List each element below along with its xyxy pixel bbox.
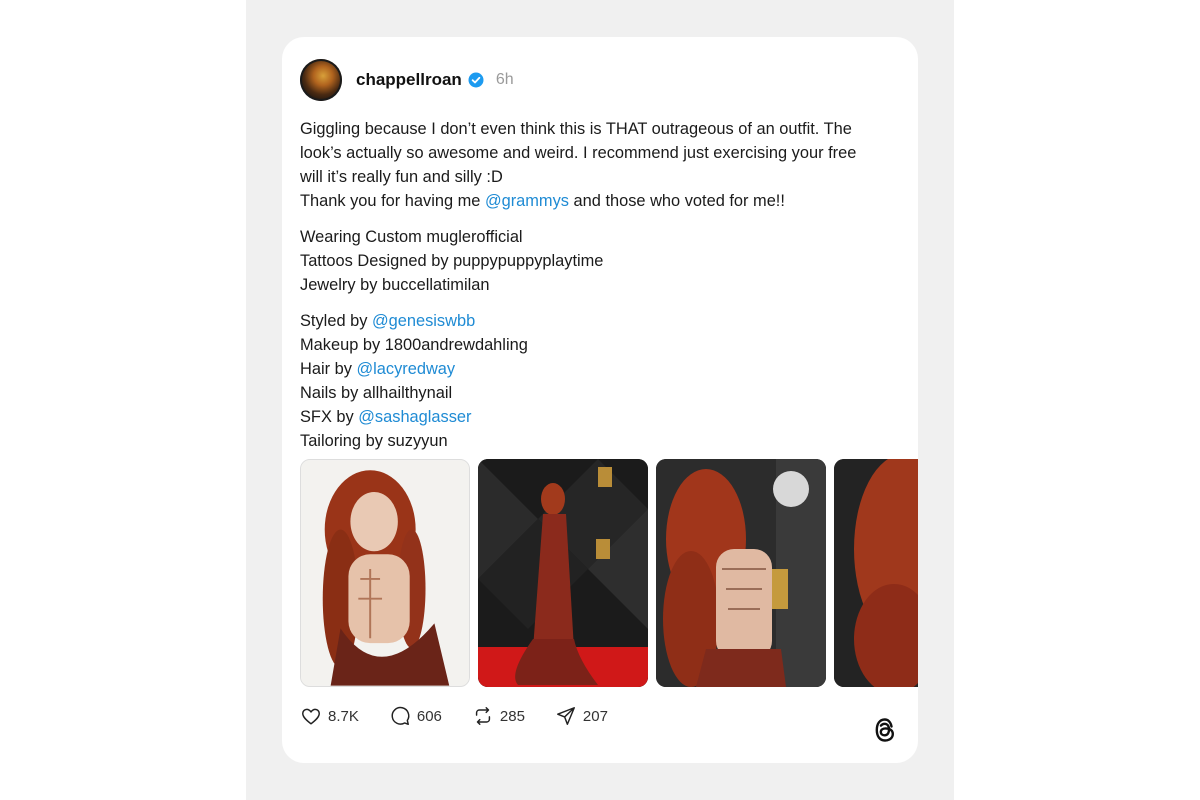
credit-text: SFX by: [300, 408, 359, 426]
credit-text: Tailoring by suzyyun: [300, 432, 448, 450]
credit-line: Makeup by 1800andrewdahling: [300, 333, 904, 357]
credit-line: Tattoos Designed by puppypuppyplaytime: [300, 252, 604, 270]
caption-line: look’s actually so awesome and weird. I …: [300, 144, 857, 162]
reply-count: 606: [416, 707, 442, 725]
send-icon: [556, 707, 575, 725]
share-count: 207: [582, 707, 608, 725]
mention-link-genesiswbb[interactable]: @genesiswbb: [372, 312, 475, 330]
caption-line: Giggling because I don’t even think this…: [300, 120, 852, 138]
threads-post-card: chappellroan 6h Giggling because I don’t…: [282, 37, 918, 763]
like-count: 8.7K: [328, 707, 359, 725]
mention-link-grammys[interactable]: @grammys: [485, 192, 569, 210]
repost-button[interactable]: 285: [472, 705, 525, 727]
share-button[interactable]: 207: [555, 705, 608, 727]
photo-portrait-white-backdrop: [301, 460, 469, 686]
credit-text: Styled by: [300, 312, 372, 330]
mention-link-sashaglasser[interactable]: @sashaglasser: [358, 408, 471, 426]
thanks-line: Thank you for having me @grammys and tho…: [300, 189, 904, 213]
heart-icon: [302, 708, 320, 725]
caption-line: will it’s really fun and silly :D: [300, 168, 503, 186]
username[interactable]: chappellroan: [356, 70, 462, 90]
carousel-photo[interactable]: [656, 459, 826, 687]
thanks-suffix: and those who voted for me!!: [568, 192, 785, 210]
credit-line: SFX by @sashaglasser: [300, 405, 904, 429]
credit-line: Wearing Custom muglerofficial: [300, 228, 523, 246]
credits-paragraph: Wearing Custom muglerofficial Tattoos De…: [300, 225, 904, 297]
image-carousel[interactable]: [300, 459, 918, 689]
credit-line: Tailoring by suzyyun: [300, 429, 904, 453]
credit-line: Jewelry by buccellatimilan: [300, 276, 490, 294]
photo-hair-closeup: [834, 459, 918, 687]
photo-red-carpet-full-length: [478, 459, 648, 687]
mention-link-lacyredway[interactable]: @lacyredway: [356, 360, 455, 378]
post-header: chappellroan 6h: [300, 59, 514, 101]
photo-back-tattoos: [656, 459, 826, 687]
verified-badge-icon: [468, 72, 484, 88]
credit-text: Nails by allhailthynail: [300, 384, 453, 402]
avatar[interactable]: [300, 59, 342, 101]
credit-line: Nails by allhailthynail: [300, 381, 904, 405]
credit-line: Hair by @lacyredway: [300, 357, 904, 381]
carousel-photo[interactable]: [834, 459, 918, 687]
team-credits: Styled by @genesiswbb Makeup by 1800andr…: [300, 309, 904, 453]
reply-button[interactable]: 606: [389, 705, 442, 727]
post-body: Giggling because I don’t even think this…: [300, 117, 904, 465]
repost-icon: [475, 707, 491, 725]
carousel-photo[interactable]: [478, 459, 648, 687]
like-button[interactable]: 8.7K: [300, 705, 359, 727]
threads-logo-icon: [875, 718, 895, 742]
repost-count: 285: [499, 707, 525, 725]
post-timestamp: 6h: [495, 71, 514, 88]
thanks-prefix: Thank you for having me: [300, 192, 485, 210]
post-actions: 8.7K 606 285 207: [300, 705, 638, 727]
credit-text: Makeup by 1800andrewdahling: [300, 336, 528, 354]
carousel-photo[interactable]: [300, 459, 470, 687]
credit-text: Hair by: [300, 360, 357, 378]
comment-icon: [391, 706, 410, 725]
credit-line: Styled by @genesiswbb: [300, 309, 904, 333]
caption-paragraph: Giggling because I don’t even think this…: [300, 117, 904, 213]
